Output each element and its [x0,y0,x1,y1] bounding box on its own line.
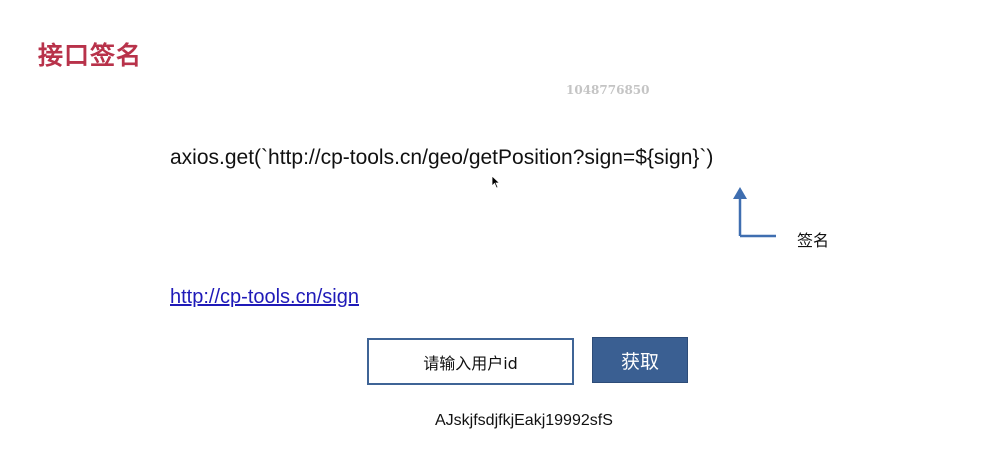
user-id-input[interactable]: 请输入用户id [367,338,574,385]
page-title: 接口签名 [38,41,143,70]
fetch-button[interactable]: 获取 [592,337,688,383]
user-id-input-placeholder: 请输入用户id [423,353,518,373]
up-arrow-icon [728,183,780,246]
sign-link[interactable]: http://cp-tools.cn/sign [170,286,359,309]
code-snippet: axios.get(`http://cp-tools.cn/geo/getPos… [170,146,714,169]
watermark-id: 1048776850 [566,83,650,97]
sign-annotation-label: 签名 [797,231,830,250]
mouse-pointer-icon [491,175,501,194]
sign-result-text: AJskjfsdjfkjEakj19992sfS [435,412,613,429]
